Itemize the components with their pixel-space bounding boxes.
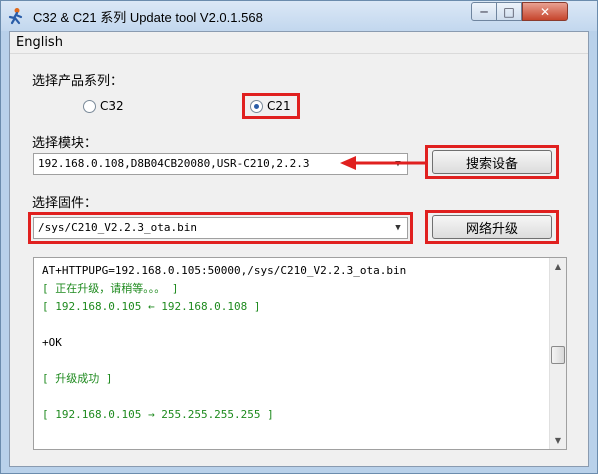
log-line: [ 升级成功 ]	[42, 372, 113, 385]
product-series-label: 选择产品系列：	[32, 74, 124, 89]
firmware-label: 选择固件：	[32, 196, 98, 211]
client-area: English 选择产品系列： C32 C21 选择模块： 192.168.0.…	[9, 31, 589, 467]
app-window: C32 & C21 系列 Update tool V2.0.1.568 ─ □ …	[0, 0, 598, 474]
minimize-button[interactable]: ─	[471, 2, 497, 21]
radio-c32-circle[interactable]	[83, 99, 96, 113]
log-line: AT+HTTPUPG=192.168.0.105:50000,/sys/C210…	[42, 264, 407, 277]
log-output[interactable]: AT+HTTPUPG=192.168.0.105:50000,/sys/C210…	[33, 257, 567, 450]
scroll-thumb[interactable]	[551, 346, 565, 364]
minimize-icon: ─	[480, 4, 488, 19]
log-line: [ 正在升级，请稍等。。。 ]	[42, 282, 179, 295]
menu-english[interactable]: English	[16, 35, 63, 50]
log-line: +OK	[42, 336, 62, 349]
chevron-down-icon[interactable]: ▼	[389, 218, 407, 238]
close-icon: ✕	[539, 4, 551, 19]
module-label: 选择模块：	[32, 136, 98, 151]
arrow-left-icon	[340, 156, 428, 170]
search-device-button[interactable]: 搜索设备	[432, 150, 552, 174]
firmware-select-value: /sys/C210_V2.2.3_ota.bin	[38, 221, 197, 234]
maximize-icon: □	[503, 4, 515, 19]
window-title: C32 & C21 系列 Update tool V2.0.1.568	[33, 10, 263, 25]
scroll-up-icon[interactable]: ▲	[550, 258, 566, 275]
person-icon	[8, 8, 23, 25]
firmware-select[interactable]: /sys/C210_V2.2.3_ota.bin ▼	[33, 217, 408, 239]
radio-c32[interactable]: C32	[83, 99, 124, 113]
title-bar[interactable]: C32 & C21 系列 Update tool V2.0.1.568 ─ □ …	[1, 1, 597, 31]
maximize-button[interactable]: □	[496, 2, 522, 21]
radio-c21-label: C21	[267, 99, 291, 113]
module-select-value: 192.168.0.108,D8B04CB20080,USR-C210,2.2.…	[38, 157, 310, 170]
log-line: [ 192.168.0.105 → 255.255.255.255 ]	[42, 408, 274, 421]
radio-c21-circle[interactable]	[250, 99, 263, 113]
radio-c32-label: C32	[100, 99, 124, 113]
radio-c21[interactable]: C21	[250, 99, 291, 113]
log-line: [ 192.168.0.105 ← 192.168.0.108 ]	[42, 300, 261, 313]
log-scrollbar[interactable]: ▲ ▼	[549, 258, 566, 449]
close-button[interactable]: ✕	[522, 2, 568, 21]
menu-bar: English	[10, 32, 588, 54]
scroll-down-icon[interactable]: ▼	[550, 432, 566, 449]
network-upgrade-button[interactable]: 网络升级	[432, 215, 552, 239]
log-lines: AT+HTTPUPG=192.168.0.105:50000,/sys/C210…	[42, 262, 542, 424]
